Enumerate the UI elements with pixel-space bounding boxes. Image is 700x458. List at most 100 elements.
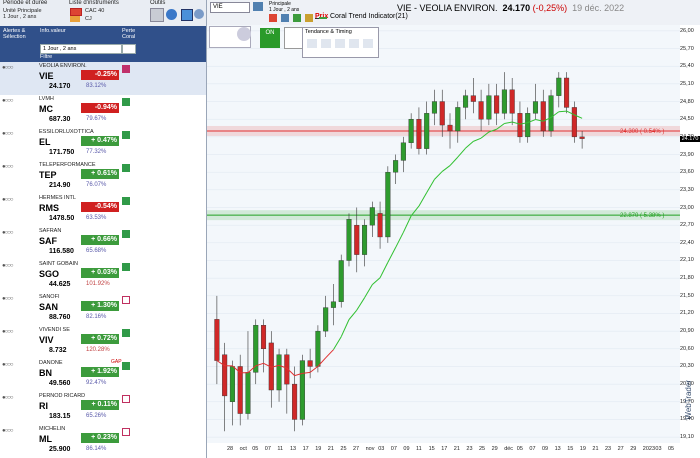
candle[interactable] [260,325,267,350]
drawing-icon[interactable] [293,14,301,22]
candle[interactable] [393,160,399,173]
trend-icon-3[interactable] [335,39,345,48]
indicator-icon[interactable] [281,14,289,22]
candle[interactable] [455,107,461,132]
signal-flag-icon[interactable] [122,263,130,271]
candle[interactable] [229,366,235,402]
watchlist-row[interactable]: ●○○○ MICHELIN ML 25.900 + 0.23% 86.14% [0,425,206,458]
watchlist-row[interactable]: ●○○○ HERMES INTL RMS 1478.50 -0.54% 63.53% [0,194,206,228]
candle[interactable] [338,260,344,302]
candle[interactable] [408,118,414,143]
alert-icons[interactable]: ●○○○ [2,164,13,170]
watchlist-row[interactable]: ●○○○ SAFRAN SAF 116.580 + 0.66% 65.68% [0,227,206,261]
candle[interactable] [315,330,321,367]
candle[interactable] [237,366,243,414]
signal-flag-icon[interactable] [122,428,130,436]
filter-icon[interactable] [166,9,177,20]
watchlist-row[interactable]: ●○○○ DANONE BN 49.560 + 1.92% 92.47% GAP [0,359,206,393]
candle[interactable] [245,372,251,414]
grid-icon[interactable] [181,9,193,21]
candle[interactable] [416,118,422,149]
candle[interactable] [276,354,282,391]
list-select[interactable]: CAC 40 [85,8,104,14]
candle[interactable] [330,301,336,308]
trend-icon-4[interactable] [349,39,359,48]
signal-flag-icon[interactable] [122,164,130,172]
info-period-select[interactable]: 1 Jour , 2 ans [40,44,122,54]
candle[interactable] [361,224,368,255]
alert-icons[interactable]: ●○○○ [2,197,13,203]
watchlist-row[interactable]: ●○○○ SANOFI SAN 88.760 + 1.30% 82.16% [0,293,206,327]
alert-icons[interactable]: ●○○○ [2,131,13,137]
candle[interactable] [564,77,570,108]
tools-icon[interactable] [150,8,164,22]
alert-icons[interactable]: ●○○○ [2,362,13,368]
candle[interactable] [579,136,585,139]
trend-icon-1[interactable] [307,39,317,48]
candle[interactable] [470,95,476,102]
candle[interactable] [400,142,406,161]
candle[interactable] [571,107,577,138]
candle[interactable] [385,171,391,238]
candle[interactable] [509,89,515,114]
candle[interactable] [377,213,383,238]
candle[interactable] [447,124,453,132]
alert-icons[interactable]: ●○○○ [2,395,13,401]
perte-header[interactable]: Perte Coral [122,28,136,40]
watchlist-row[interactable]: ●○○○ PERNOD RICARD RI 183.15 + 0.11% 65.26% [0,392,206,426]
watchlist-row[interactable]: ●○○○ ESSILORLUXOTTICA EL 171.750 + 0.47% 77.3… [0,128,206,162]
candle[interactable] [494,95,500,114]
alert-icons[interactable]: ●○○○ [2,428,13,434]
candle[interactable] [478,101,484,120]
list-icon[interactable] [70,8,82,16]
alert-icons[interactable]: ●○○○ [2,98,13,104]
symbol-input[interactable]: VIE [210,2,250,13]
watchlist-row[interactable]: ●○○○ TELEPERFORMANCE TEP 214.90 + 0.61% 76.07… [0,161,206,195]
candle[interactable] [540,101,546,132]
signal-flag-icon[interactable] [122,296,130,304]
alert-icons[interactable]: ●○○○ [2,329,13,335]
signal-flag-icon[interactable] [122,329,130,337]
signal-flag-icon[interactable] [122,362,130,370]
watchlist-row[interactable]: ●○○○ SAINT GOBAIN SGO 44.625 + 0.03% 101.92% [0,260,206,294]
candle[interactable] [214,319,220,361]
watchlist-row[interactable]: ●○○○ LVMH MC 687.30 -0.94% 79.67% [0,95,206,129]
candle[interactable] [463,95,469,108]
signal-flag-icon[interactable] [122,395,130,403]
alerts-header[interactable]: Alertes & Sélection [3,28,35,40]
candle[interactable] [292,383,298,420]
candle[interactable] [532,101,539,114]
unit-select[interactable]: 1 Jour , 2 ans [269,7,299,13]
folder-icon[interactable] [70,16,80,22]
candle[interactable] [439,101,445,126]
candle[interactable] [323,307,329,332]
perte-select[interactable] [122,44,136,54]
candle[interactable] [424,113,430,149]
tools-icon[interactable] [284,27,304,49]
signal-flag-icon[interactable] [122,197,130,205]
info-header[interactable]: Info.valeur [40,28,66,34]
signal-flag-icon[interactable] [122,65,130,73]
candle[interactable] [556,77,562,96]
trend-icon-5[interactable] [363,39,373,48]
period-select[interactable]: Unité Principale 1 Jour , 2 ans [3,8,63,20]
watchlist-row[interactable]: ●○○○ VEOLIA ENVIRON. VIE 24.170 -0.25% 83.12% [0,62,206,96]
candle[interactable] [525,113,531,138]
candle[interactable] [517,113,523,138]
on-toggle[interactable]: ON [260,28,280,48]
candle[interactable] [299,360,305,420]
settings-icon[interactable] [237,27,251,41]
zoom-icon[interactable] [269,14,277,22]
alert-icons[interactable]: ●○○○ [2,296,13,302]
candle[interactable] [346,219,352,261]
signal-flag-icon[interactable] [122,230,130,238]
alert-icons[interactable]: ●○○○ [2,263,13,269]
time-axis[interactable]: 28 oct 05 07 11 13 17 19 21 25 27 nov 03 07 09 11 15 17 21… [207,443,680,458]
trend-icon-2[interactable] [321,39,331,48]
filter-label[interactable]: Filtre [40,54,52,60]
candle[interactable] [501,89,507,114]
chevron-down-icon[interactable] [194,9,204,19]
candle[interactable] [486,95,492,120]
alert-icons[interactable]: ●○○○ [2,230,13,236]
layout-icon[interactable] [305,14,313,22]
